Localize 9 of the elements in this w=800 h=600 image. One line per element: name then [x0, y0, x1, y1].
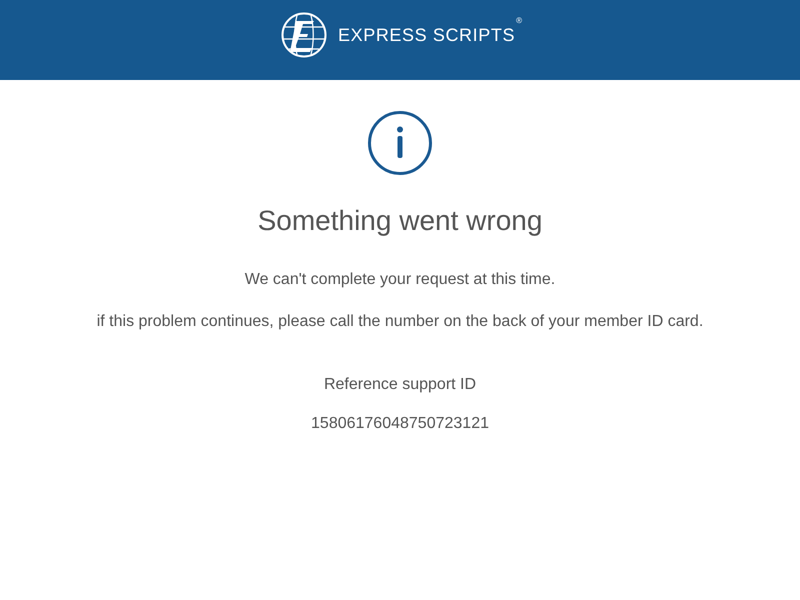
error-message: if this problem continues, please call the number on the back of your member ID card.: [96, 312, 704, 332]
reference-label: Reference support ID: [324, 375, 476, 395]
logo-wordmark: EXPRESS SCRIPTS: [338, 24, 516, 44]
reference-id: 15806176048750723121: [311, 414, 489, 434]
error-title: Something went wrong: [258, 204, 542, 238]
globe-logo-icon: [281, 12, 328, 58]
info-icon: [368, 111, 432, 175]
error-message: We can't complete your request at this time.: [244, 270, 556, 290]
registered-mark: ®: [516, 16, 522, 24]
